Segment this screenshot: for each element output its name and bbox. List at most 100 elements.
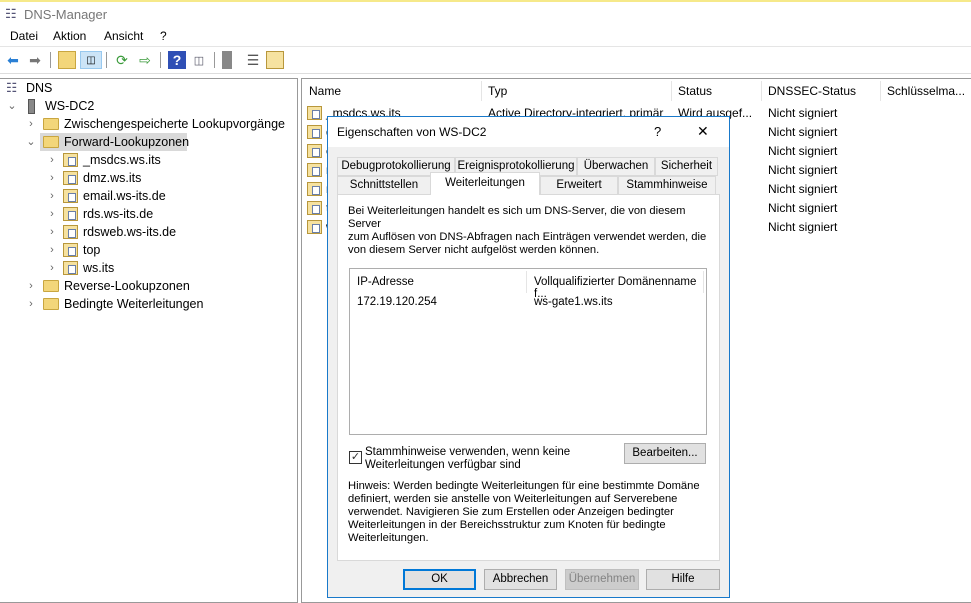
dns-server-icon: ☷ <box>5 6 17 21</box>
zone-icon <box>63 189 78 203</box>
column-status[interactable]: Status <box>678 84 712 98</box>
dialog-close-button[interactable]: ✕ <box>697 123 709 140</box>
tab-panel-forwarders: Bei Weiterleitungen handelt es sich um D… <box>337 194 720 561</box>
zone-properties-icon[interactable] <box>266 51 284 69</box>
tree-label: rds.ws-its.de <box>83 207 154 221</box>
zone-icon <box>307 201 322 215</box>
menu-aktion[interactable]: Aktion <box>53 29 86 43</box>
folder-icon <box>43 118 59 130</box>
intro-line: zum Auflösen von DNS-Abfragen nach Eintr… <box>348 231 707 243</box>
server-icon[interactable] <box>222 51 232 69</box>
note-line: Weiterleitungen. <box>348 532 429 544</box>
column-divider[interactable] <box>481 81 482 101</box>
column-divider[interactable] <box>761 81 762 101</box>
chevron-right-icon[interactable]: › <box>46 169 58 187</box>
intro-text: Bei Weiterleitungen handelt es sich um D… <box>348 205 719 257</box>
column-key-master[interactable]: Schlüsselma... <box>887 84 965 98</box>
zone-icon <box>307 220 322 234</box>
menu-ansicht[interactable]: Ansicht <box>104 29 143 43</box>
server-icon <box>28 99 35 114</box>
list-icon[interactable]: ☰ <box>244 51 262 69</box>
column-name[interactable]: Name <box>309 84 341 98</box>
zone-dnssec: Nicht signiert <box>768 182 838 196</box>
tree-label: email.ws-its.de <box>83 189 166 203</box>
up-folder-icon[interactable] <box>58 51 76 69</box>
toolbar: ⬅ ➡ ◫ ⟳ ⇨ ? ◫ ☰ <box>0 46 971 74</box>
forwarder-fqdn: ws-gate1.ws.its <box>534 296 613 308</box>
zone-icon <box>307 106 322 120</box>
column-divider[interactable] <box>671 81 672 101</box>
tab-weiterleitungen[interactable]: Weiterleitungen <box>430 172 540 195</box>
toolbar-separator <box>106 52 107 68</box>
tree-label: dmz.ws.its <box>83 171 142 185</box>
tab-stammhinweise[interactable]: Stammhinweise <box>618 176 716 195</box>
chevron-right-icon[interactable]: › <box>46 223 58 241</box>
zone-icon <box>63 171 78 185</box>
chevron-right-icon[interactable]: › <box>25 277 37 295</box>
folder-icon <box>43 298 59 310</box>
tree-label: Reverse-Lookupzonen <box>64 279 190 293</box>
note-line: verwendet. Navigieren Sie zum Erstellen … <box>348 506 674 518</box>
tab-erweitert[interactable]: Erweitert <box>540 176 618 195</box>
menu-datei[interactable]: Datei <box>10 29 38 43</box>
chevron-down-icon[interactable]: ⌄ <box>25 133 37 151</box>
column-divider[interactable] <box>526 271 527 293</box>
intro-line: Bei Weiterleitungen handelt es sich um D… <box>348 205 686 230</box>
zone-icon <box>307 163 322 177</box>
zone-dnssec: Nicht signiert <box>768 163 838 177</box>
chevron-right-icon[interactable]: › <box>46 259 58 277</box>
chevron-right-icon[interactable]: › <box>25 115 37 133</box>
chevron-right-icon[interactable]: › <box>25 295 37 313</box>
zone-icon <box>63 225 78 239</box>
dialog-title-bar: Eigenschaften von WS-DC2 ? ✕ <box>328 117 729 147</box>
zone-icon <box>63 207 78 221</box>
zone-icon <box>307 144 322 158</box>
show-action-pane-icon[interactable]: ◫ <box>190 51 208 69</box>
dialog-help-button[interactable]: ? <box>654 124 661 139</box>
chevron-down-icon[interactable]: ⌄ <box>6 97 18 115</box>
tree-label: ws.its <box>83 261 115 275</box>
zone-dnssec: Nicht signiert <box>768 220 838 234</box>
checkbox-line: Weiterleitungen verfügbar sind <box>365 459 521 471</box>
properties-dialog: Eigenschaften von WS-DC2 ? ✕ Bei Weiterl… <box>327 116 730 598</box>
edit-button[interactable]: Bearbeiten... <box>624 443 706 464</box>
zone-icon <box>307 182 322 196</box>
apply-button: Übernehmen <box>565 569 639 590</box>
forwarder-row[interactable]: 172.19.120.254 ws-gate1.ws.its <box>350 296 706 312</box>
show-hide-console-tree-icon[interactable]: ◫ <box>80 51 102 69</box>
forwarder-ip: 172.19.120.254 <box>357 296 437 308</box>
export-list-icon[interactable]: ⇨ <box>136 51 154 69</box>
toolbar-separator <box>50 52 51 68</box>
zone-icon <box>307 125 322 139</box>
tab-sicherheit[interactable]: Sicherheit <box>655 157 718 176</box>
help-icon[interactable]: ? <box>168 51 186 69</box>
column-ip-address[interactable]: IP-Adresse <box>357 276 414 288</box>
column-divider[interactable] <box>880 81 881 101</box>
chevron-right-icon[interactable]: › <box>46 241 58 259</box>
ok-button[interactable]: OK <box>403 569 476 590</box>
menu-help[interactable]: ? <box>160 29 167 43</box>
chevron-right-icon[interactable]: › <box>46 205 58 223</box>
toolbar-separator <box>160 52 161 68</box>
column-dnssec-status[interactable]: DNSSEC-Status <box>768 84 856 98</box>
window-title: DNS-Manager <box>24 7 108 22</box>
chevron-right-icon[interactable]: › <box>46 187 58 205</box>
tree-label: DNS <box>26 81 53 95</box>
chevron-right-icon[interactable]: › <box>46 151 58 169</box>
column-type[interactable]: Typ <box>488 84 507 98</box>
refresh-icon[interactable]: ⟳ <box>113 51 131 69</box>
cancel-button[interactable]: Abbrechen <box>484 569 557 590</box>
note-text: Hinweis: Werden bedingte Weiterleitungen… <box>348 480 700 545</box>
zone-dnssec: Nicht signiert <box>768 125 838 139</box>
forward-arrow-icon[interactable]: ➡ <box>26 51 44 69</box>
tab-überwachen[interactable]: Überwachen <box>577 157 655 176</box>
tree-label: _msdcs.ws.its <box>83 153 161 167</box>
forwarders-list[interactable]: IP-Adresse Vollqualifizierter Domänennam… <box>349 268 707 435</box>
help-button[interactable]: Hilfe <box>646 569 720 590</box>
tab-schnittstellen[interactable]: Schnittstellen <box>337 176 431 195</box>
zone-dnssec: Nicht signiert <box>768 106 838 120</box>
zone-dnssec: Nicht signiert <box>768 201 838 215</box>
use-root-hints-label[interactable]: Stammhinweise verwenden, wenn keine Weit… <box>365 446 570 472</box>
back-arrow-icon[interactable]: ⬅ <box>4 51 22 69</box>
use-root-hints-checkbox[interactable]: ✓ <box>349 451 362 464</box>
